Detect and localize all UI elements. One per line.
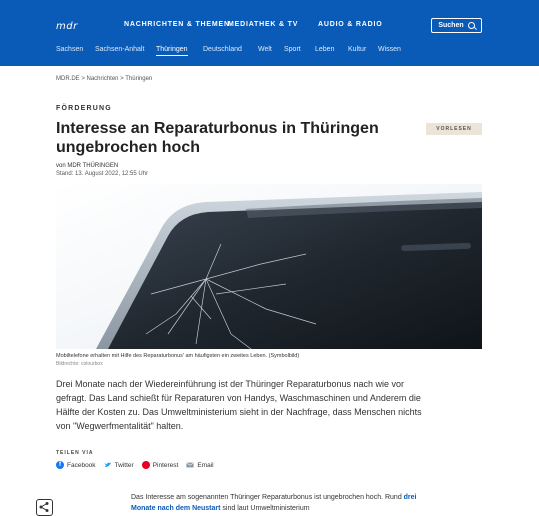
- nav-audio[interactable]: AUDIO & RADIO: [318, 21, 382, 28]
- hero-image: [56, 184, 482, 349]
- search-icon: [467, 22, 475, 29]
- mail-icon: [186, 462, 195, 468]
- subnav-thueringen[interactable]: Thüringen: [156, 46, 188, 56]
- mdr-logo[interactable]: mdr: [56, 21, 78, 32]
- article-lead: Drei Monate nach der Wiedereinführung is…: [56, 379, 422, 431]
- share-fab-button[interactable]: [36, 499, 53, 516]
- subnav-wissen[interactable]: Wissen: [378, 46, 401, 53]
- share-twitter-label: Twitter: [114, 461, 134, 469]
- page-title: Interesse an Reparaturbonus in Thüringen…: [56, 120, 379, 156]
- pinterest-icon: [141, 461, 150, 469]
- share-bar: f Facebook Twitter Pinterest Email: [56, 461, 214, 469]
- search-button[interactable]: Suchen: [431, 18, 482, 33]
- article-kicker: FÖRDERUNG: [56, 105, 112, 112]
- breadcrumb[interactable]: MDR.DE > Nachrichten > Thüringen: [56, 76, 152, 82]
- image-credit: Bildrechte: colourbox: [56, 361, 103, 367]
- byline: von MDR THÜRINGEN: [56, 163, 119, 169]
- article-body: Das Interesse am sogenannten Thüringer R…: [131, 492, 431, 514]
- subnav-sport[interactable]: Sport: [284, 46, 301, 53]
- article-date: Stand: 13. August 2022, 12:55 Uhr: [56, 171, 149, 177]
- site-header: mdr NACHRICHTEN & THEMEN MEDIATHEK & TV …: [0, 0, 539, 66]
- nav-nachrichten[interactable]: NACHRICHTEN & THEMEN: [124, 21, 230, 28]
- share-facebook-label: Facebook: [67, 461, 96, 469]
- body-text-2: sind laut Umweltministerium: [220, 505, 310, 512]
- subnav-welt[interactable]: Welt: [258, 46, 272, 53]
- facebook-icon: f: [56, 461, 64, 469]
- nav-mediathek[interactable]: MEDIATHEK & TV: [228, 21, 298, 28]
- share-pinterest[interactable]: Pinterest: [141, 461, 179, 469]
- twitter-icon: [104, 462, 111, 467]
- search-label: Suchen: [438, 22, 464, 29]
- share-pinterest-label: Pinterest: [152, 461, 179, 469]
- share-facebook[interactable]: f Facebook: [56, 461, 96, 469]
- subnav-kultur[interactable]: Kultur: [348, 46, 366, 53]
- image-caption: Mobiltelefone erhalten mit Hilfe des Rep…: [56, 353, 300, 359]
- share-email[interactable]: Email: [186, 461, 214, 469]
- subnav-sachsen-anhalt[interactable]: Sachsen-Anhalt: [95, 46, 144, 53]
- subnav-leben[interactable]: Leben: [315, 46, 334, 53]
- vorlesen-button[interactable]: VORLESEN: [426, 123, 482, 135]
- subnav-sachsen[interactable]: Sachsen: [56, 46, 83, 53]
- share-label: TEILEN VIA: [56, 450, 94, 456]
- share-email-label: Email: [197, 461, 214, 469]
- subnav-deutschland[interactable]: Deutschland: [203, 46, 242, 53]
- share-twitter[interactable]: Twitter: [104, 461, 134, 469]
- body-text-1: Das Interesse am sogenannten Thüringer R…: [131, 494, 404, 501]
